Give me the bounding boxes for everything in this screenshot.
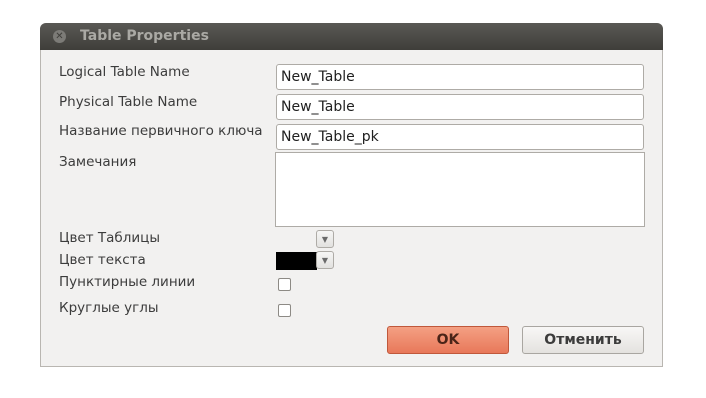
table-color-picker[interactable]: ▼ xyxy=(276,230,335,249)
rounded-corners-checkbox[interactable] xyxy=(278,304,291,317)
ok-button[interactable]: OK xyxy=(387,326,509,354)
rounded-corners-label: Круглые углы xyxy=(59,300,159,316)
chevron-down-icon[interactable]: ▼ xyxy=(316,230,334,248)
cancel-button[interactable]: Отменить xyxy=(522,326,644,354)
table-color-label: Цвет Таблицы xyxy=(59,230,160,246)
pk-name-label: Название первичного ключа xyxy=(59,123,263,139)
dashed-lines-checkbox[interactable] xyxy=(278,278,291,291)
window-title: Table Properties xyxy=(80,28,209,44)
table-color-swatch[interactable] xyxy=(276,231,317,249)
text-color-swatch[interactable] xyxy=(276,252,317,270)
text-color-label: Цвет текста xyxy=(59,252,146,268)
pk-name-input[interactable]: New_Table_pk xyxy=(276,124,644,150)
physical-name-input[interactable]: New_Table xyxy=(276,94,644,120)
notes-textarea[interactable] xyxy=(275,152,645,227)
table-properties-dialog: ✕ Table Properties Logical Table Name Ne… xyxy=(40,23,663,367)
text-color-picker[interactable]: ▼ xyxy=(276,251,335,270)
chevron-down-icon[interactable]: ▼ xyxy=(316,251,334,269)
dashed-lines-label: Пунктирные линии xyxy=(59,274,196,290)
close-icon[interactable]: ✕ xyxy=(53,30,66,43)
titlebar: ✕ Table Properties xyxy=(40,23,663,50)
logical-name-input[interactable]: New_Table xyxy=(276,64,644,90)
notes-label: Замечания xyxy=(59,154,137,170)
physical-name-label: Physical Table Name xyxy=(59,94,198,110)
logical-name-label: Logical Table Name xyxy=(59,64,190,80)
